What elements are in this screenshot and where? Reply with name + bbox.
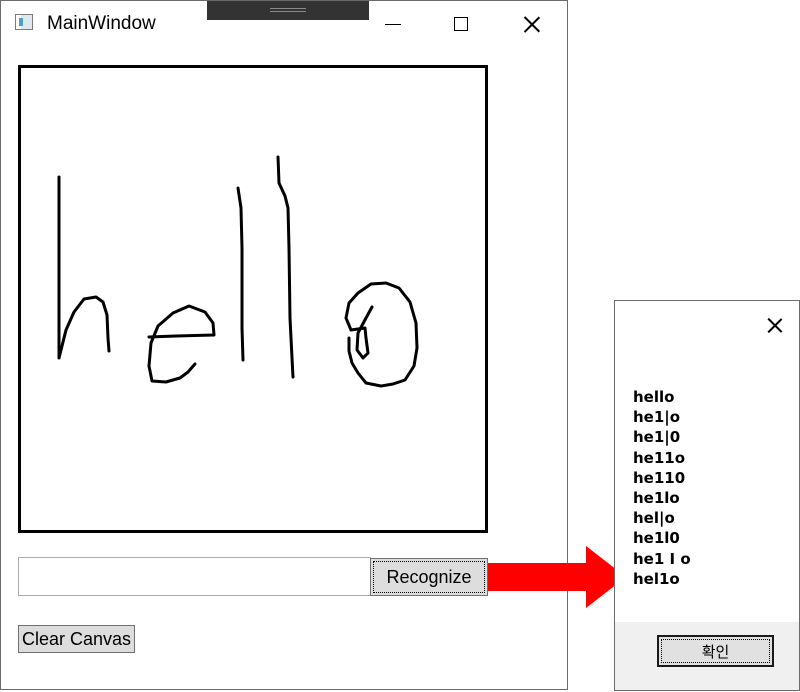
window-title: MainWindow bbox=[47, 13, 156, 34]
candidate-line: he1|o bbox=[633, 408, 681, 427]
candidate-line: he1lo bbox=[633, 489, 680, 508]
message-box-close-button[interactable] bbox=[758, 309, 790, 341]
ink-stroke-l2 bbox=[276, 155, 295, 379]
ink-stroke-e bbox=[147, 304, 216, 384]
close-icon bbox=[523, 16, 540, 33]
recognize-button[interactable]: Recognize bbox=[370, 558, 488, 596]
maximize-icon bbox=[454, 17, 468, 31]
candidate-line: hel1o bbox=[633, 569, 680, 588]
ok-button[interactable]: 확인 bbox=[657, 635, 774, 667]
ink-stroke-o bbox=[344, 281, 419, 388]
close-button[interactable] bbox=[497, 1, 565, 47]
message-box-footer: 확인 bbox=[615, 622, 799, 690]
candidate-line: he1 I o bbox=[633, 549, 691, 568]
candidate-line: hello bbox=[633, 388, 675, 406]
app-window-icon bbox=[15, 14, 33, 30]
red-arrow-icon bbox=[488, 546, 626, 608]
candidate-line: he1l0 bbox=[633, 529, 680, 548]
ink-stroke-l1 bbox=[236, 186, 245, 362]
ink-canvas[interactable] bbox=[18, 65, 488, 533]
snap-layout-handle[interactable] bbox=[207, 1, 369, 20]
ink-stroke-h bbox=[57, 175, 111, 360]
maximize-button[interactable] bbox=[427, 1, 495, 47]
handwriting-ink bbox=[57, 155, 419, 388]
minimize-icon bbox=[385, 23, 401, 25]
message-box: hello he1|o he1|0 he11o he110 he1lo hel|… bbox=[614, 300, 800, 691]
main-window: MainWindow Recognize Clear Canvas bbox=[0, 0, 568, 690]
minimize-button[interactable] bbox=[359, 1, 427, 47]
clear-canvas-button[interactable]: Clear Canvas bbox=[18, 625, 135, 653]
candidate-line: hel|o bbox=[633, 509, 675, 528]
candidate-line: he1|0 bbox=[633, 428, 681, 447]
recognition-candidates-list: hello he1|o he1|0 he11o he110 he1lo hel|… bbox=[633, 387, 691, 589]
recognition-result-textbox[interactable] bbox=[18, 557, 371, 596]
close-icon bbox=[767, 318, 782, 333]
candidate-line: he110 bbox=[633, 468, 686, 487]
title-bar[interactable]: MainWindow bbox=[1, 1, 567, 47]
candidate-line: he11o bbox=[633, 448, 686, 467]
